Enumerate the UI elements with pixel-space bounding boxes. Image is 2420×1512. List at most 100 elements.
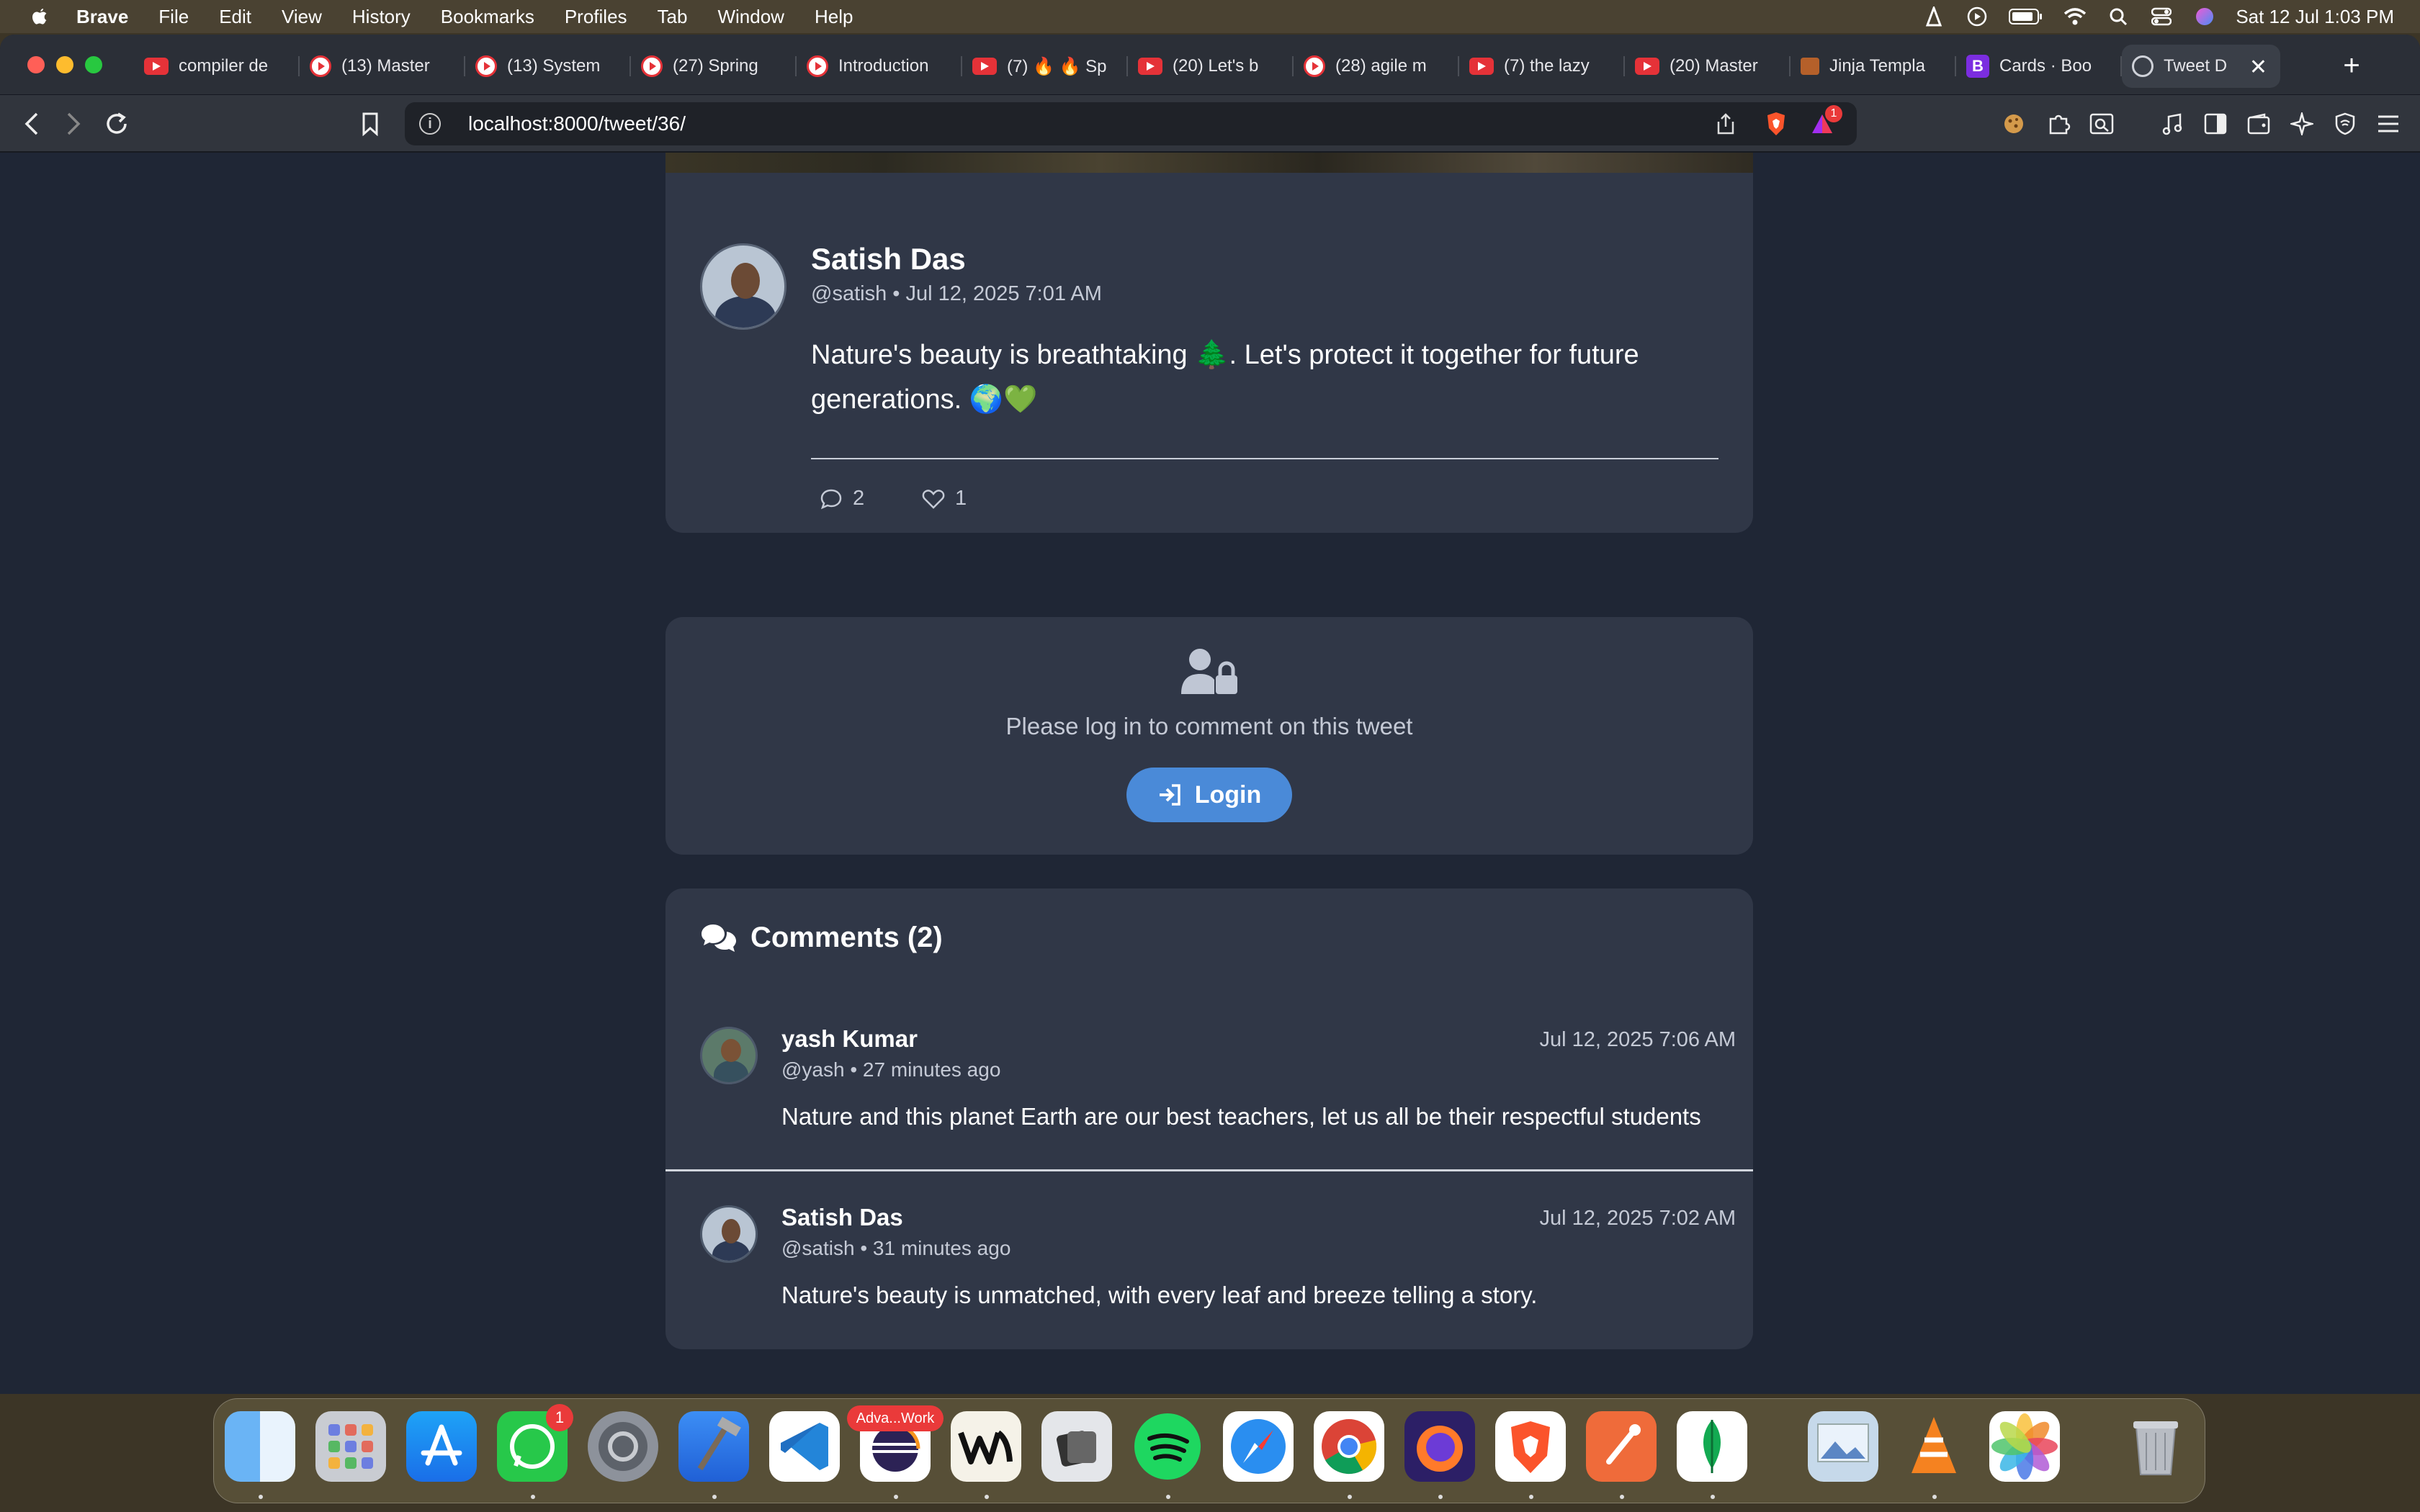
menubar-clock[interactable]: Sat 12 Jul 1:03 PM (2236, 6, 2394, 28)
notes-stack-icon[interactable] (1041, 1411, 1112, 1482)
zoom-window-button[interactable] (85, 56, 102, 73)
tab-lazy[interactable]: (7) the lazy (1459, 45, 1625, 88)
running-indicator (1620, 1495, 1624, 1499)
avatar[interactable] (700, 243, 786, 330)
sidebar-toggle-icon[interactable] (2200, 108, 2231, 140)
menu-file[interactable]: File (158, 6, 189, 28)
comments-title: Comments (2) (750, 922, 943, 953)
close-tab-icon[interactable]: ✕ (2249, 55, 2267, 80)
vpn-shield-icon[interactable] (2329, 108, 2361, 140)
comment-author-name[interactable]: Satish Das (781, 1204, 903, 1231)
bookmark-icon[interactable] (354, 108, 386, 140)
youtube-live-icon (310, 55, 331, 77)
vlc-status-icon[interactable] (1922, 4, 1946, 29)
youtube-icon (972, 58, 997, 75)
launchpad-icon[interactable] (315, 1411, 386, 1482)
minimize-window-button[interactable] (56, 56, 73, 73)
siri-icon[interactable] (2192, 4, 2217, 29)
tab-cards-bootstrap[interactable]: B Cards · Boo (1956, 45, 2122, 88)
tab-tweet-detail[interactable]: Tweet D ✕ (2122, 45, 2280, 88)
menu-view[interactable]: View (282, 6, 322, 28)
spotlight-search-icon[interactable] (2106, 4, 2130, 29)
menu-profiles[interactable]: Profiles (565, 6, 627, 28)
youtube-live-icon (475, 55, 497, 77)
tab-jinja[interactable]: Jinja Templa (1791, 45, 1956, 88)
main-menu-icon[interactable] (2372, 108, 2404, 140)
leo-ai-icon[interactable] (2286, 108, 2318, 140)
music-note-icon[interactable] (2156, 108, 2188, 140)
menu-history[interactable]: History (352, 6, 411, 28)
tab-title: (28) agile m (1335, 56, 1427, 76)
reader-mode-icon[interactable] (2086, 108, 2118, 140)
finder-icon[interactable] (225, 1411, 295, 1482)
tab-introduction[interactable]: Introduction (797, 45, 962, 88)
extensions-puzzle-icon[interactable] (2043, 108, 2074, 140)
app-store-icon[interactable] (406, 1411, 477, 1482)
reload-button[interactable] (101, 108, 133, 140)
login-button[interactable]: Login (1126, 768, 1292, 822)
menu-tab[interactable]: Tab (658, 6, 688, 28)
brave-rewards-icon[interactable]: 1 (1808, 105, 1842, 138)
brave-shields-icon[interactable] (1762, 109, 1791, 138)
close-window-button[interactable] (27, 56, 45, 73)
battery-icon[interactable] (2008, 4, 2044, 29)
tweet-author-name[interactable]: Satish Das (811, 242, 966, 276)
running-indicator (1711, 1495, 1715, 1499)
tab-title: Tweet D (2164, 56, 2228, 76)
tab-agile[interactable]: (28) agile m (1294, 45, 1459, 88)
mongodb-icon[interactable] (1677, 1411, 1747, 1482)
cookie-extension-icon[interactable] (1998, 108, 2030, 140)
play-status-icon[interactable] (1965, 4, 1989, 29)
vlc-icon[interactable] (1899, 1411, 1969, 1482)
photos-icon[interactable] (1989, 1411, 2060, 1482)
address-bar[interactable]: i localhost:8000/tweet/36/ 1 (405, 102, 1857, 145)
new-tab-button[interactable]: + (2334, 48, 2370, 84)
back-button[interactable] (16, 108, 48, 140)
browser-toolbar: i localhost:8000/tweet/36/ 1 (0, 95, 2420, 153)
tab-fire-sp[interactable]: (7) 🔥 🔥 Sp (962, 45, 1128, 88)
trash-icon[interactable] (2120, 1411, 2191, 1482)
brave-icon[interactable] (1495, 1411, 1566, 1482)
menu-app-name[interactable]: Brave (76, 6, 128, 28)
menu-edit[interactable]: Edit (219, 6, 251, 28)
menu-window[interactable]: Window (717, 6, 784, 28)
url-text[interactable]: localhost:8000/tweet/36/ (468, 112, 686, 135)
avatar[interactable] (700, 1027, 758, 1084)
system-settings-icon[interactable] (588, 1411, 658, 1482)
chrome-icon[interactable] (1314, 1411, 1384, 1482)
xcode-icon[interactable] (678, 1411, 749, 1482)
tab-title: (7) the lazy (1504, 56, 1590, 76)
apple-menu-icon[interactable] (29, 6, 50, 27)
wifi-icon[interactable] (2063, 4, 2087, 29)
avatar[interactable] (700, 1205, 758, 1263)
sign-in-icon (1159, 784, 1180, 806)
wallet-icon[interactable] (2243, 108, 2275, 140)
running-indicator (531, 1495, 535, 1499)
share-icon[interactable] (1711, 109, 1740, 138)
spotify-icon[interactable] (1132, 1411, 1203, 1482)
firefox-icon[interactable] (1404, 1411, 1475, 1482)
safari-icon[interactable] (1223, 1411, 1294, 1482)
comment-author-name[interactable]: yash Kumar (781, 1025, 918, 1053)
tab-compiler[interactable]: compiler de (134, 45, 300, 88)
eclipse-workspace-badge: Adva...Work (847, 1405, 944, 1431)
tab-title: (7) 🔥 🔥 Sp (1007, 56, 1107, 76)
preview-icon[interactable] (1808, 1411, 1878, 1482)
tab-title: (20) Let's b (1173, 56, 1259, 76)
w-app-icon[interactable] (951, 1411, 1021, 1482)
comment-button[interactable]: 2 (820, 487, 864, 510)
tab-spring[interactable]: (27) Spring (631, 45, 797, 88)
site-info-icon[interactable]: i (419, 113, 441, 135)
control-center-icon[interactable] (2149, 4, 2174, 29)
tab-lets-b[interactable]: (20) Let's b (1128, 45, 1294, 88)
like-button[interactable]: 1 (922, 487, 967, 510)
tab-system[interactable]: (13) System (465, 45, 631, 88)
tab-master-20[interactable]: (20) Master (1625, 45, 1791, 88)
tab-title: Jinja Templa (1829, 56, 1925, 76)
menu-help[interactable]: Help (815, 6, 853, 28)
postman-icon[interactable] (1586, 1411, 1657, 1482)
menu-bookmarks[interactable]: Bookmarks (441, 6, 534, 28)
forward-button[interactable] (58, 108, 89, 140)
tab-master-13[interactable]: (13) Master (300, 45, 465, 88)
vscode-icon[interactable] (769, 1411, 840, 1482)
